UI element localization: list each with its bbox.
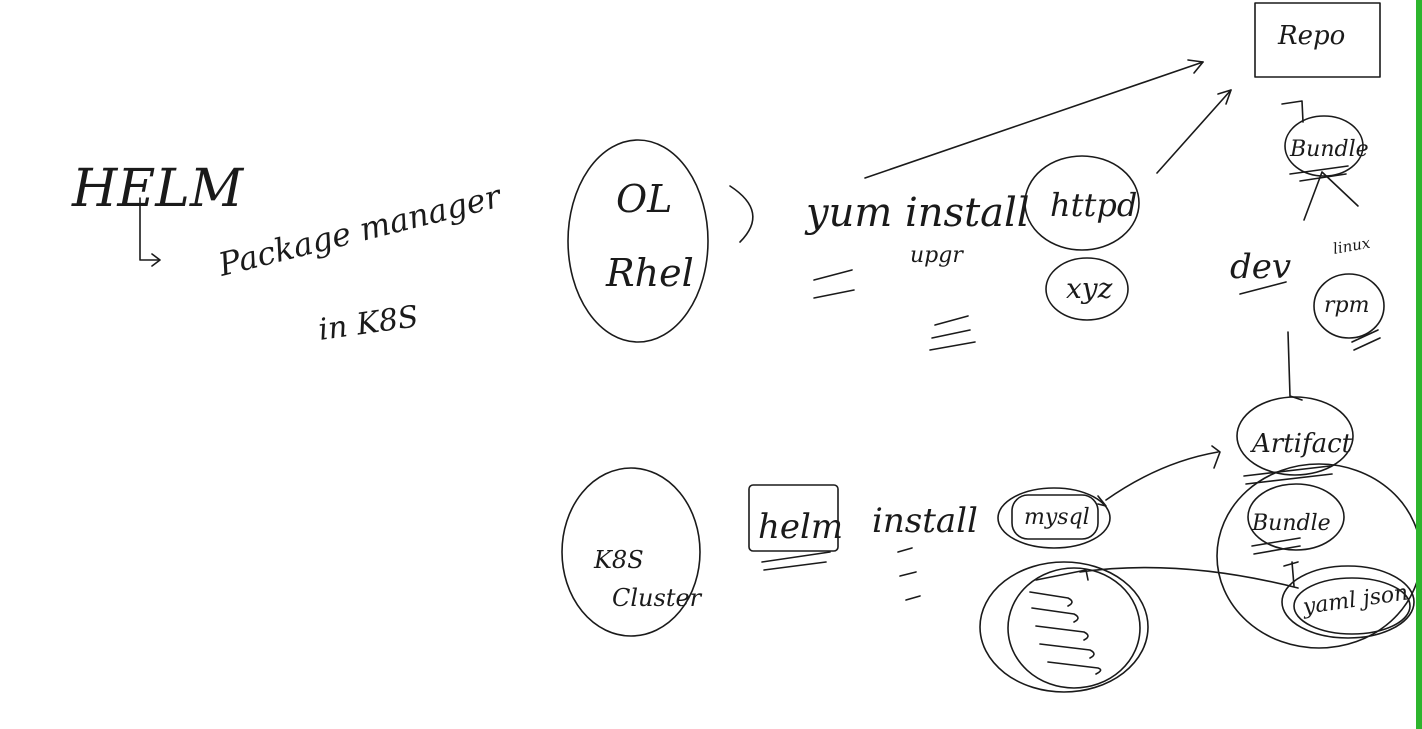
underline-marks (1251, 537, 1301, 555)
linux-label: linux (1332, 234, 1372, 258)
connector-line (1156, 89, 1232, 174)
artifact-label: Artifact (1250, 429, 1353, 459)
note-context: in K8S (316, 299, 420, 348)
arrow-elbow-icon (1283, 561, 1299, 587)
connector-line (1105, 451, 1219, 501)
helm-label: helm (758, 507, 843, 547)
package-xyz-label: xyz (1066, 272, 1113, 305)
template-files-icon (1029, 591, 1102, 675)
os-label-line1: OL (616, 177, 672, 221)
cluster-label-line2: Cluster (612, 584, 703, 612)
artifact-contents-circle (1216, 463, 1416, 649)
arrow-head-icon (1211, 445, 1221, 469)
underline-marks (813, 269, 855, 299)
yum-command: yum install (804, 190, 1030, 236)
whiteboard-canvas[interactable]: HELM Package manager in K8S OL Rhel yum … (0, 0, 1422, 729)
underline-marks (929, 315, 976, 351)
files-label: yaml json (1300, 580, 1409, 620)
install-command: install (872, 501, 978, 541)
cluster-label-line1: K8S (593, 546, 644, 574)
arrow-elbow-icon (1281, 100, 1304, 123)
chart-label: mysql (1024, 505, 1090, 530)
os-label-line2: Rhel (605, 251, 694, 295)
sketch-layer: HELM Package manager in K8S OL Rhel yum … (71, 2, 1416, 693)
repo-label: Repo (1277, 21, 1345, 51)
connector-line (864, 61, 1204, 179)
note-title: HELM (71, 159, 245, 219)
dev-label: dev (1230, 247, 1291, 287)
templates-inner-circle (1007, 567, 1141, 689)
underline-marks (897, 547, 921, 601)
underline-marks (761, 551, 831, 571)
yum-subcommand: upgr (910, 243, 964, 268)
chevron-right-icon (729, 185, 754, 243)
note-subtitle: Package manager (214, 177, 506, 284)
os-circle (567, 139, 709, 343)
templates-circle (979, 561, 1149, 693)
bundle-label: Bundle (1251, 511, 1331, 536)
edge-accent-bar (1416, 0, 1422, 729)
underline-marks (1351, 329, 1381, 351)
bundle-label: Bundle (1289, 137, 1369, 162)
connector-line (1287, 331, 1303, 401)
rpm-label: rpm (1324, 293, 1369, 318)
connector-line (1079, 566, 1299, 589)
package-httpd-label: httpd (1050, 186, 1137, 224)
